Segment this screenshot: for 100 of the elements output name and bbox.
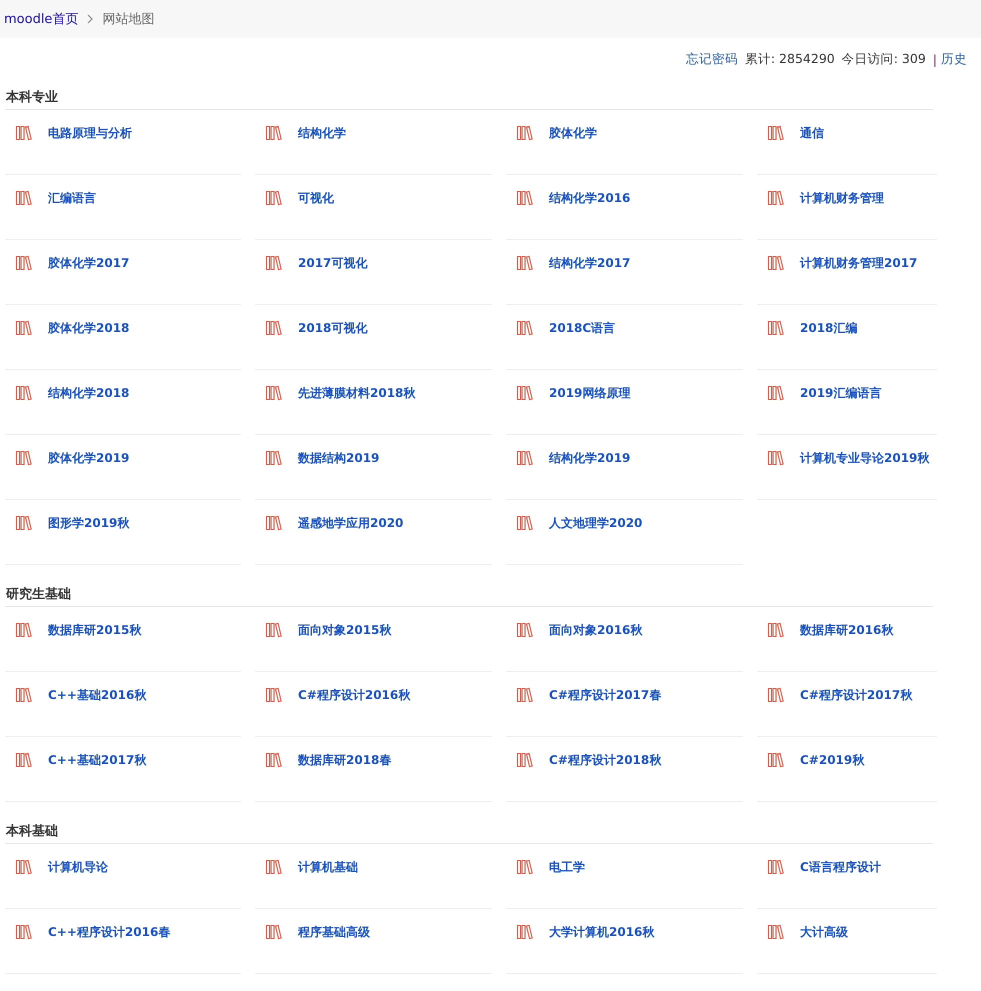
books-icon xyxy=(767,320,784,336)
course-link[interactable]: 遥感地学应用2020 xyxy=(298,515,404,531)
course-link[interactable]: 2018C语言 xyxy=(549,320,616,336)
course-link[interactable]: 数据库研2016秋 xyxy=(800,622,894,638)
course-link[interactable]: 图形学2019秋 xyxy=(48,515,130,531)
books-icon xyxy=(516,924,533,940)
section-heading: 本科专业 xyxy=(5,87,933,110)
books-icon xyxy=(15,687,32,703)
course-link[interactable]: 汇编语言 xyxy=(48,190,96,206)
course-link[interactable]: C++基础2016秋 xyxy=(48,687,146,703)
course-link[interactable]: 电路原理与分析 xyxy=(48,125,132,141)
books-icon xyxy=(265,924,282,940)
course-link[interactable]: 面向对象2015秋 xyxy=(298,622,392,638)
books-icon xyxy=(15,859,32,875)
section-heading: 研究生基础 xyxy=(5,584,933,607)
books-icon xyxy=(15,320,32,336)
course-link[interactable]: C#2019秋 xyxy=(800,752,864,768)
course-link[interactable]: 通信 xyxy=(800,125,824,141)
course-link[interactable]: 结构化学2018 xyxy=(48,385,130,401)
books-icon xyxy=(15,125,32,141)
course-link[interactable]: 胶体化学2018 xyxy=(48,320,130,336)
books-icon xyxy=(15,622,32,638)
course-link[interactable]: 面向对象2016秋 xyxy=(549,622,642,638)
course-link[interactable]: 计算机专业导论2019秋 xyxy=(800,450,930,466)
books-icon xyxy=(265,190,282,206)
books-icon xyxy=(516,190,533,206)
course-link[interactable]: 计算机基础 xyxy=(298,859,358,875)
section-heading: 本科基础 xyxy=(5,821,933,844)
course-link[interactable]: 胶体化学2019 xyxy=(48,450,130,466)
books-icon xyxy=(265,752,282,768)
course-link[interactable]: 结构化学2017 xyxy=(549,255,630,271)
course-link[interactable]: 2019汇编语言 xyxy=(800,385,882,401)
course-link[interactable]: 计算机导论 xyxy=(48,859,108,875)
books-icon xyxy=(516,255,533,271)
course-link[interactable]: C#程序设计2016秋 xyxy=(298,687,410,703)
breadcrumb-current: 网站地图 xyxy=(102,11,154,28)
books-icon xyxy=(265,859,282,875)
course-link[interactable]: 结构化学 xyxy=(298,125,346,141)
books-icon xyxy=(265,622,282,638)
books-icon xyxy=(767,450,784,466)
books-icon xyxy=(265,320,282,336)
books-icon xyxy=(15,385,32,401)
forgot-password-link[interactable]: 忘记密码 xyxy=(686,51,738,68)
books-icon xyxy=(516,515,533,531)
course-link[interactable]: 2019网络原理 xyxy=(549,385,630,401)
books-icon xyxy=(516,385,533,401)
course-link[interactable]: 电工学 xyxy=(549,859,585,875)
course-link[interactable]: 2018可视化 xyxy=(298,320,368,336)
books-icon xyxy=(265,255,282,271)
course-link[interactable]: C#程序设计2017秋 xyxy=(800,687,912,703)
books-icon xyxy=(767,859,784,875)
books-icon xyxy=(767,255,784,271)
books-icon xyxy=(15,255,32,271)
course-link[interactable]: 结构化学2019 xyxy=(549,450,630,466)
course-link[interactable]: C#程序设计2017春 xyxy=(549,687,662,703)
course-link[interactable]: 结构化学2016 xyxy=(549,190,630,206)
course-link[interactable]: 计算机财务管理2017 xyxy=(800,255,918,271)
books-icon xyxy=(15,515,32,531)
course-link[interactable]: 2018汇编 xyxy=(800,320,858,336)
course-link[interactable]: 大学计算机2016秋 xyxy=(549,924,654,940)
course-link[interactable]: 胶体化学2017 xyxy=(48,255,130,271)
books-icon xyxy=(516,125,533,141)
course-link[interactable]: 程序基础高级 xyxy=(298,924,370,940)
today-visits: 今日访问: 309 xyxy=(842,51,926,68)
course-link[interactable]: 胶体化学 xyxy=(549,125,597,141)
total-visits: 累计: 2854290 xyxy=(744,51,835,68)
course-link[interactable]: 计算机财务管理 xyxy=(800,190,884,206)
course-link[interactable]: C++基础2017秋 xyxy=(48,752,146,768)
books-icon xyxy=(516,687,533,703)
course-link[interactable]: 可视化 xyxy=(298,190,334,206)
books-icon xyxy=(516,752,533,768)
course-link[interactable]: C++程序设计2016春 xyxy=(48,924,170,940)
course-link[interactable]: 数据库研2015秋 xyxy=(48,622,142,638)
books-icon xyxy=(265,385,282,401)
books-icon xyxy=(265,515,282,531)
books-icon xyxy=(15,752,32,768)
books-icon xyxy=(516,622,533,638)
books-icon xyxy=(15,190,32,206)
breadcrumb-link[interactable]: moodle首页 xyxy=(4,10,78,28)
books-icon xyxy=(265,687,282,703)
books-icon xyxy=(516,450,533,466)
books-icon xyxy=(265,125,282,141)
course-link[interactable]: C语言程序设计 xyxy=(800,859,881,875)
separator: | xyxy=(932,52,937,67)
course-link[interactable]: 2017可视化 xyxy=(298,255,368,271)
course-link[interactable]: 先进薄膜材料2018秋 xyxy=(298,385,416,401)
books-icon xyxy=(767,385,784,401)
history-link[interactable]: 历史 xyxy=(941,51,967,68)
books-icon xyxy=(767,190,784,206)
books-icon xyxy=(265,450,282,466)
course-link[interactable]: 数据库研2018春 xyxy=(298,752,392,768)
course-link[interactable]: C#程序设计2018秋 xyxy=(549,752,662,768)
course-link[interactable]: 数据结构2019 xyxy=(298,450,380,466)
books-icon xyxy=(767,752,784,768)
books-icon xyxy=(516,859,533,875)
books-icon xyxy=(516,320,533,336)
books-icon xyxy=(15,924,32,940)
course-link[interactable]: 人文地理学2020 xyxy=(549,515,642,531)
course-link[interactable]: 大计高级 xyxy=(800,924,848,940)
books-icon xyxy=(767,924,784,940)
